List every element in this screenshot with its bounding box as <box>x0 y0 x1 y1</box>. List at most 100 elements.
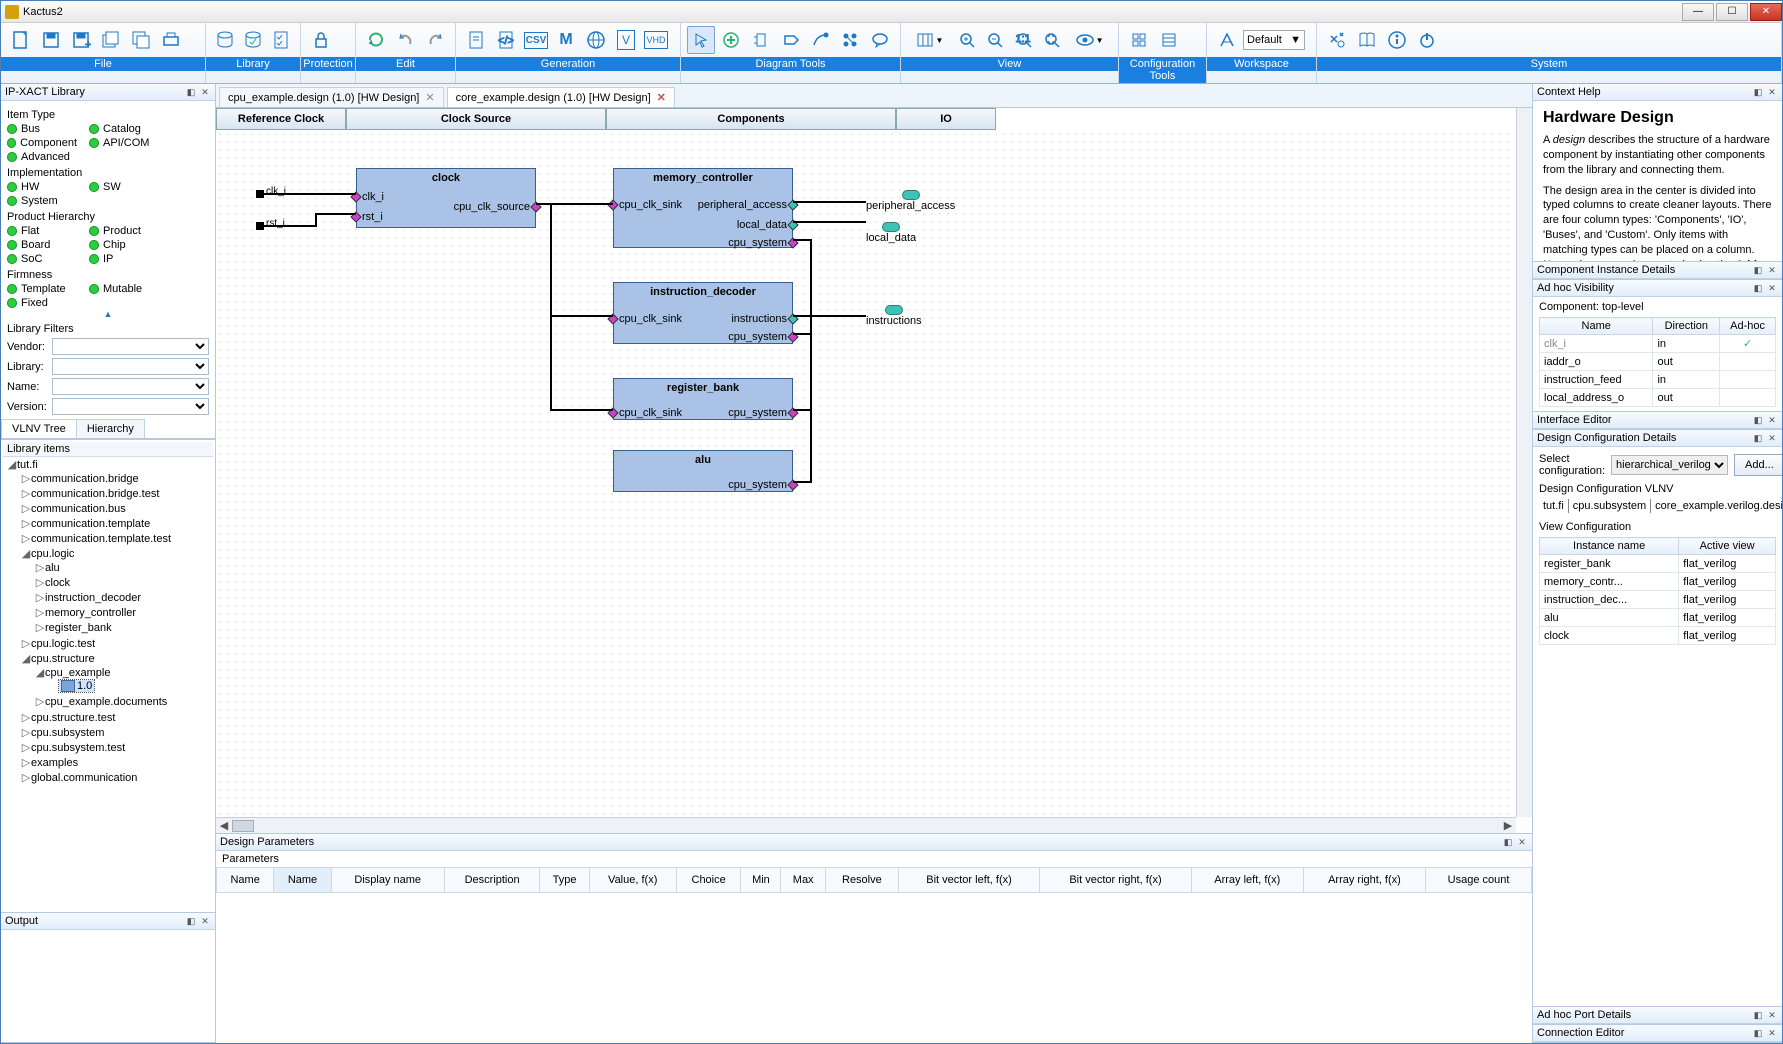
filter-mutable[interactable]: Mutable <box>89 283 159 295</box>
column-header[interactable]: IO <box>896 108 996 130</box>
node-memory-controller[interactable]: memory_controller cpu_clk_sink periphera… <box>613 168 793 248</box>
minimize-button[interactable]: — <box>1682 3 1714 21</box>
vertical-scrollbar[interactable] <box>1516 108 1532 817</box>
close-tab-icon[interactable]: ✕ <box>657 91 666 104</box>
close-panel-icon[interactable]: ✕ <box>1766 282 1778 294</box>
filter-ip[interactable]: IP <box>89 253 159 265</box>
library-select[interactable] <box>52 358 209 375</box>
settings-icon[interactable] <box>1323 26 1351 54</box>
port-label[interactable]: cpu_clk_sink <box>619 407 682 419</box>
column-header[interactable]: Components <box>606 108 896 130</box>
port-label[interactable]: cpu_clk_sink <box>619 199 682 211</box>
terminal-marker[interactable] <box>256 190 264 198</box>
add-interface-icon[interactable] <box>747 26 775 54</box>
port-label[interactable]: cpu_clk_sink <box>619 313 682 325</box>
editor-tab[interactable]: core_example.design (1.0) [HW Design]✕ <box>447 87 675 107</box>
close-panel-icon[interactable]: ✕ <box>1766 414 1778 426</box>
db-refresh-icon[interactable] <box>212 26 238 54</box>
node-clock[interactable]: clock clk_i rst_i cpu_clk_source <box>356 168 536 228</box>
node-instruction-decoder[interactable]: instruction_decoder cpu_clk_sink instruc… <box>613 282 793 344</box>
workspace-dropdown[interactable]: Default▼ <box>1243 30 1305 50</box>
filter-template[interactable]: Template <box>7 283 77 295</box>
filter-board[interactable]: Board <box>7 239 77 251</box>
tree-item[interactable]: communication.bridge.test <box>31 488 159 500</box>
tree-item[interactable]: communication.bus <box>31 503 126 515</box>
cfg1-icon[interactable] <box>1125 26 1153 54</box>
port-label[interactable]: cpu_system <box>728 331 787 343</box>
filter-hw[interactable]: HW <box>7 181 77 193</box>
gen-csv-icon[interactable]: CSV <box>522 26 550 54</box>
info-icon[interactable] <box>1383 26 1411 54</box>
close-panel-icon[interactable]: ✕ <box>1766 264 1778 276</box>
filter-system[interactable]: System <box>7 195 77 207</box>
add-config-button[interactable]: Add... <box>1734 454 1782 476</box>
filter-fixed[interactable]: Fixed <box>7 297 77 309</box>
node-alu[interactable]: alu cpu_system <box>613 450 793 492</box>
tree-item[interactable]: cpu_example.documents <box>45 696 167 708</box>
close-tab-icon[interactable]: ✕ <box>425 91 434 104</box>
close-panel-icon[interactable]: ✕ <box>1766 86 1778 98</box>
horizontal-scrollbar[interactable]: ◀▶ <box>216 817 1516 833</box>
adhoc-icon[interactable] <box>836 26 864 54</box>
table-row[interactable]: memory_contr...flat_verilog <box>1540 573 1776 591</box>
column-header[interactable]: Clock Source <box>346 108 606 130</box>
tree-item-selected[interactable]: 1.0 <box>59 680 94 692</box>
book-icon[interactable] <box>1353 26 1381 54</box>
port-label[interactable]: cpu_system <box>728 479 787 491</box>
zoom-in-icon[interactable] <box>954 26 980 54</box>
table-row[interactable]: register_bankflat_verilog <box>1540 555 1776 573</box>
undock-icon[interactable]: ◧ <box>1752 264 1764 276</box>
tree-item[interactable]: examples <box>31 757 78 769</box>
filter-chip[interactable]: Chip <box>89 239 159 251</box>
undock-icon[interactable]: ◧ <box>185 915 197 927</box>
zoom-out-icon[interactable] <box>982 26 1008 54</box>
zoom-reset-icon[interactable]: 1:1 <box>1011 26 1037 54</box>
close-panel-icon[interactable]: ✕ <box>199 86 211 98</box>
undock-icon[interactable]: ◧ <box>1752 282 1764 294</box>
pointer-icon[interactable] <box>687 26 715 54</box>
port-label[interactable]: peripheral_access <box>698 199 787 211</box>
workspace-icon[interactable] <box>1213 26 1241 54</box>
version-select[interactable] <box>52 398 209 415</box>
filter-advanced[interactable]: Advanced <box>7 151 77 163</box>
filter-bus[interactable]: Bus <box>7 123 77 135</box>
tree-item[interactable]: alu <box>45 562 60 574</box>
tree-item[interactable]: global.communication <box>31 772 137 784</box>
column-header[interactable]: Reference Clock <box>216 108 346 130</box>
lock-icon[interactable] <box>307 26 335 54</box>
filter-product[interactable]: Product <box>89 225 159 237</box>
close-panel-icon[interactable]: ✕ <box>1516 836 1528 848</box>
filter-apicom[interactable]: API/COM <box>89 137 159 149</box>
port-label[interactable]: local_data <box>737 219 787 231</box>
close-panel-icon[interactable]: ✕ <box>199 915 211 927</box>
terminal-marker[interactable] <box>256 222 264 230</box>
filter-catalog[interactable]: Catalog <box>89 123 159 135</box>
tree-item[interactable]: communication.template.test <box>31 533 171 545</box>
connection-icon[interactable] <box>806 26 834 54</box>
table-row[interactable]: instruction_feedin <box>1540 371 1776 389</box>
table-row[interactable]: clk_iin✓ <box>1540 335 1776 353</box>
close-panel-icon[interactable]: ✕ <box>1766 1027 1778 1039</box>
tree-item[interactable]: cpu.structure <box>31 653 95 665</box>
gen-vhd-icon[interactable]: VHD <box>642 26 670 54</box>
note-icon[interactable] <box>866 26 894 54</box>
view-config-table[interactable]: Instance nameActive view register_bankfl… <box>1539 537 1776 645</box>
node-register-bank[interactable]: register_bank cpu_clk_sink cpu_system <box>613 378 793 420</box>
redo-icon[interactable] <box>421 26 449 54</box>
port-label[interactable]: rst_i <box>362 211 383 223</box>
tab-hierarchy[interactable]: Hierarchy <box>76 419 145 438</box>
undo-icon[interactable] <box>392 26 420 54</box>
tree-item[interactable]: cpu_example <box>45 667 110 679</box>
save-icon[interactable] <box>37 26 65 54</box>
column-dropdown-icon[interactable]: ▼ <box>907 26 952 54</box>
print-icon[interactable] <box>157 26 185 54</box>
undock-icon[interactable]: ◧ <box>1752 86 1764 98</box>
undock-icon[interactable]: ◧ <box>185 86 197 98</box>
tree-item[interactable]: register_bank <box>45 622 112 634</box>
tree-item[interactable]: cpu.subsystem.test <box>31 742 125 754</box>
filter-soc[interactable]: SoC <box>7 253 77 265</box>
io-port[interactable]: local_data <box>866 222 916 244</box>
port-label[interactable]: clk_i <box>362 191 384 203</box>
table-row[interactable]: instruction_dec...flat_verilog <box>1540 591 1776 609</box>
db-validate-icon[interactable] <box>240 26 266 54</box>
